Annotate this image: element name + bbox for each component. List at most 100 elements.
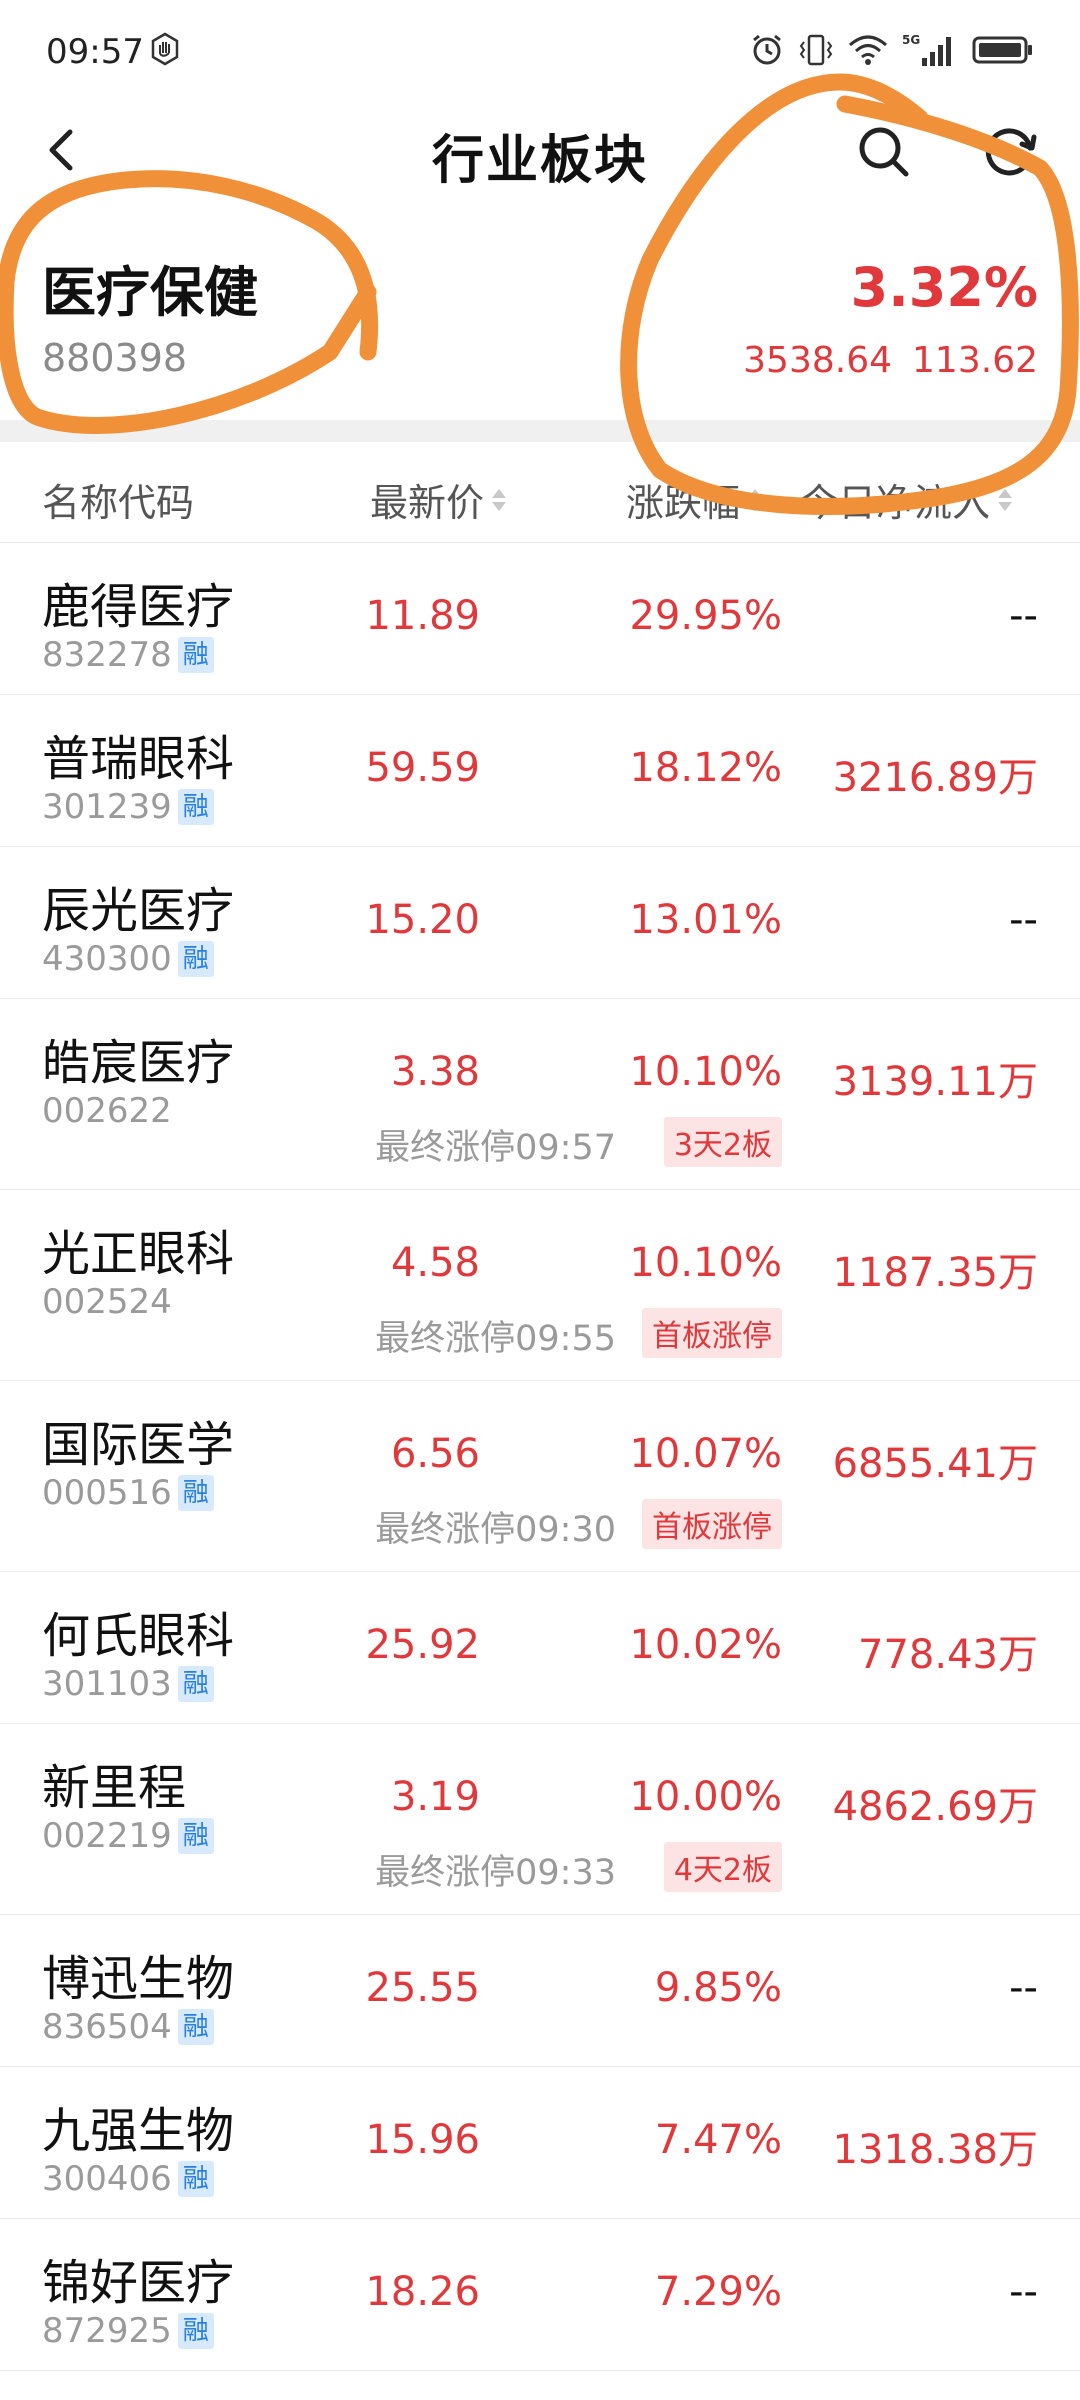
table-row[interactable]: 辰光医疗 430300 融 15.20 13.01% -- (0, 847, 1080, 999)
page-title: 行业板块 (431, 131, 648, 191)
table-row[interactable]: 皓宸医疗 002622 3.38 10.10% 3139.11万 最终涨停09:57 3天2… (0, 999, 1080, 1190)
table-row[interactable]: 国际医学 000516 融 6.56 10.07% 6855.41万 最终涨停09:30 首板… (0, 1381, 1080, 1572)
stock-net-inflow: 4862.69万 (832, 1784, 1038, 1830)
svg-text:5G: 5G (902, 33, 920, 47)
stock-net-inflow: -- (1009, 593, 1038, 639)
stock-code: 430300 (42, 939, 172, 979)
sort-desc-icon (748, 488, 763, 511)
sector-price: 3538.64 (743, 340, 893, 381)
limit-up-time: 最终涨停09:33 (375, 1853, 616, 1893)
stock-code-cell: 002219 融 (42, 1816, 214, 1856)
stock-net-inflow: 778.43万 (858, 1632, 1038, 1678)
status-bar: 09:57 5G (0, 0, 1080, 100)
stock-code: 301239 (42, 787, 172, 827)
divider (0, 420, 1080, 442)
margin-badge: 融 (177, 1475, 214, 1511)
stock-change-pct: 7.29% (654, 2269, 782, 2315)
alarm-icon (753, 34, 781, 65)
stock-net-inflow: 1187.35万 (832, 1250, 1038, 1296)
stock-code: 301103 (42, 1664, 172, 1704)
limit-up-tag: 首板涨停 (642, 1499, 782, 1549)
stock-net-inflow: 6855.41万 (832, 1441, 1038, 1487)
limit-up-time: 最终涨停09:30 (375, 1510, 616, 1550)
refresh-icon[interactable] (978, 120, 1042, 184)
stock-change-pct: 29.95% (629, 593, 782, 639)
stock-code-cell: 300406 融 (42, 2159, 214, 2199)
stock-code: 000516 (42, 1473, 172, 1513)
sector-change: 113.62 (912, 340, 1038, 381)
stock-code: 300406 (42, 2159, 172, 2199)
table-row[interactable]: 鹿得医疗 832278 融 11.89 29.95% -- (0, 543, 1080, 695)
vibrate-icon (799, 34, 833, 66)
stock-code: 002622 (42, 1091, 172, 1131)
stock-change-pct: 10.00% (629, 1774, 782, 1820)
limit-up-time: 最终涨停09:57 (375, 1128, 616, 1168)
nav-bar: 行业板块 (0, 100, 1080, 200)
table-row[interactable]: 新里程 002219 融 3.19 10.00% 4862.69万 最终涨停09:33 4天2… (0, 1724, 1080, 1915)
stock-code: 836504 (42, 2007, 172, 2047)
stock-change-pct: 10.07% (629, 1431, 782, 1477)
table-row[interactable]: 光正眼科 002524 4.58 10.10% 1187.35万 最终涨停09:55 首板涨… (0, 1190, 1080, 1381)
hand-icon (151, 32, 179, 66)
table-row[interactable]: 博迅生物 836504 融 25.55 9.85% -- (0, 1915, 1080, 2067)
battery-icon (972, 36, 1032, 64)
stock-name: 皓宸医疗 (42, 1035, 235, 1091)
search-icon[interactable] (852, 120, 916, 184)
stock-name: 何氏眼科 (42, 1608, 235, 1664)
wifi-icon (849, 35, 887, 65)
status-time: 09:57 (46, 32, 144, 72)
sort-icon (998, 488, 1013, 511)
stock-price: 15.20 (365, 897, 480, 943)
stock-net-inflow: -- (1009, 1965, 1038, 2011)
header-net-inflow-label: 今日净流入 (800, 481, 991, 525)
margin-badge: 融 (177, 637, 214, 673)
stock-code-cell: 836504 融 (42, 2007, 214, 2047)
header-net-inflow[interactable]: 今日净流入 (800, 472, 1013, 527)
stock-price: 3.38 (390, 1049, 480, 1095)
sector-values: 3538.64 113.62 (743, 340, 1038, 381)
stock-change-pct: 13.01% (629, 897, 782, 943)
stock-price: 25.55 (365, 1965, 480, 2011)
stock-code: 002219 (42, 1816, 172, 1856)
stock-price: 11.89 (365, 593, 480, 639)
status-icons: 5G (750, 30, 1034, 70)
margin-badge: 融 (177, 2009, 214, 2045)
stock-price: 59.59 (365, 745, 480, 791)
header-name-code-label: 名称代码 (42, 481, 195, 525)
stock-name: 辰光医疗 (42, 883, 235, 939)
limit-up-tag: 3天2板 (663, 1117, 782, 1167)
stock-change-pct: 9.85% (654, 1965, 782, 2011)
header-latest-price-label: 最新价 (370, 481, 485, 525)
table-row[interactable]: 普瑞眼科 301239 融 59.59 18.12% 3216.89万 (0, 695, 1080, 847)
stock-name: 博迅生物 (42, 1951, 235, 2007)
stock-code-cell: 872925 融 (42, 2311, 214, 2351)
stock-name: 普瑞眼科 (42, 731, 235, 787)
stock-change-pct: 10.02% (629, 1622, 782, 1668)
limit-up-tag: 首板涨停 (642, 1308, 782, 1358)
margin-badge: 融 (177, 2161, 214, 2197)
stock-name: 九强生物 (42, 2103, 235, 2159)
stock-net-inflow: 1318.38万 (832, 2127, 1038, 2173)
stock-code-cell: 002622 (42, 1091, 172, 1131)
header-latest-price[interactable]: 最新价 (370, 472, 507, 527)
margin-badge: 融 (177, 789, 214, 825)
margin-badge: 融 (177, 2313, 214, 2349)
table-row[interactable]: 九强生物 300406 融 15.96 7.47% 1318.38万 (0, 2067, 1080, 2219)
stock-code-cell: 000516 融 (42, 1473, 214, 1513)
header-change-pct[interactable]: 涨跌幅 (626, 472, 763, 527)
limit-up-tag: 4天2板 (663, 1842, 782, 1892)
margin-badge: 融 (177, 1666, 214, 1702)
stock-code: 872925 (42, 2311, 172, 2351)
table-row[interactable]: 何氏眼科 301103 融 25.92 10.02% 778.43万 (0, 1572, 1080, 1724)
stock-change-pct: 10.10% (629, 1240, 782, 1286)
stock-name: 新里程 (42, 1760, 187, 1816)
stock-code: 002524 (42, 1282, 172, 1322)
stock-net-inflow: -- (1009, 2269, 1038, 2315)
stock-price: 6.56 (390, 1431, 480, 1477)
stock-price: 4.58 (390, 1240, 480, 1286)
stock-code-cell: 301239 融 (42, 787, 214, 827)
stock-code-cell: 832278 融 (42, 635, 214, 675)
stock-name: 光正眼科 (42, 1226, 235, 1282)
stock-net-inflow: 3139.11万 (832, 1059, 1038, 1105)
table-row[interactable]: 锦好医疗 872925 融 18.26 7.29% -- (0, 2219, 1080, 2371)
